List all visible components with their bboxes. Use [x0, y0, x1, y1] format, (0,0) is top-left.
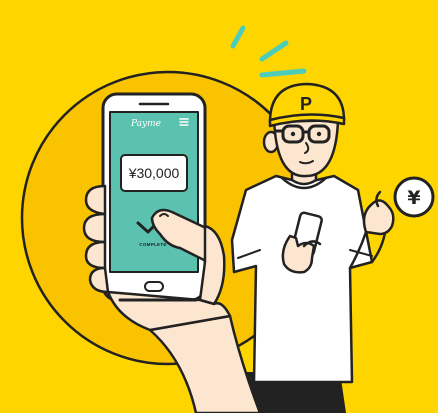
yen-coin-icon: ¥: [393, 176, 435, 218]
cap-letter: P: [300, 94, 312, 114]
sparkle-accents: [230, 25, 307, 78]
payment-amount: ¥30,000: [128, 165, 180, 181]
illustration: P ¥ Payme ¥30,000 COMPLETE: [0, 0, 438, 413]
cap: P: [268, 82, 346, 128]
payment-status: COMPLETE: [139, 242, 166, 247]
payment-illustration: P ¥ Payme ¥30,000 COMPLETE: [20, 25, 435, 413]
app-name: Payme: [130, 119, 161, 129]
coin-symbol: ¥: [407, 187, 420, 209]
